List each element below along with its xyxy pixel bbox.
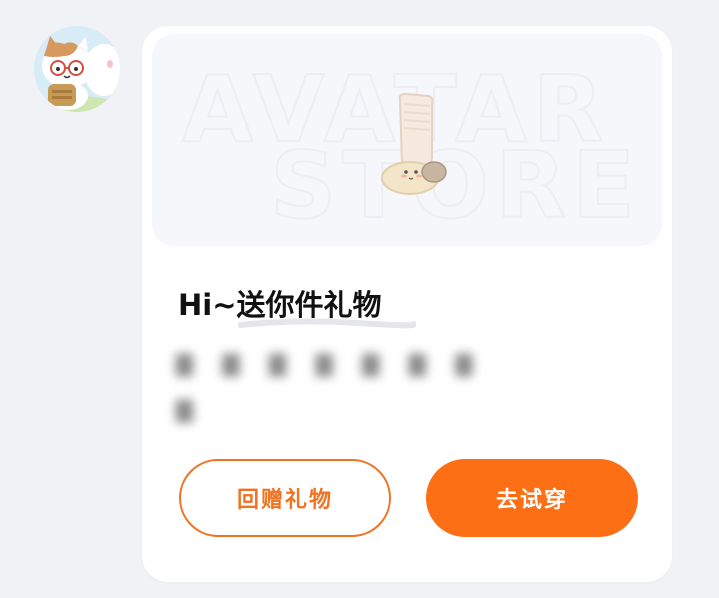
- try-on-button[interactable]: 去试穿: [426, 459, 638, 537]
- sock-gift-icon: [381, 92, 447, 195]
- gift-message-card: AVATAR STORE Hi~送你件礼物 ▇ ▇ ▇ ▇ ▇ ▇ ▇ ▇ 回赠礼…: [142, 26, 672, 582]
- avatar-store-banner[interactable]: AVATAR STORE: [152, 34, 662, 246]
- cat-avatar-icon: [34, 26, 120, 112]
- sender-avatar[interactable]: [34, 26, 120, 112]
- banner-watermark-store: STORE: [269, 132, 641, 239]
- blurred-message-text: ▇ ▇ ▇ ▇ ▇ ▇ ▇ ▇: [176, 352, 473, 423]
- title-underline-decoration: [238, 318, 416, 329]
- return-gift-button[interactable]: 回赠礼物: [179, 459, 391, 537]
